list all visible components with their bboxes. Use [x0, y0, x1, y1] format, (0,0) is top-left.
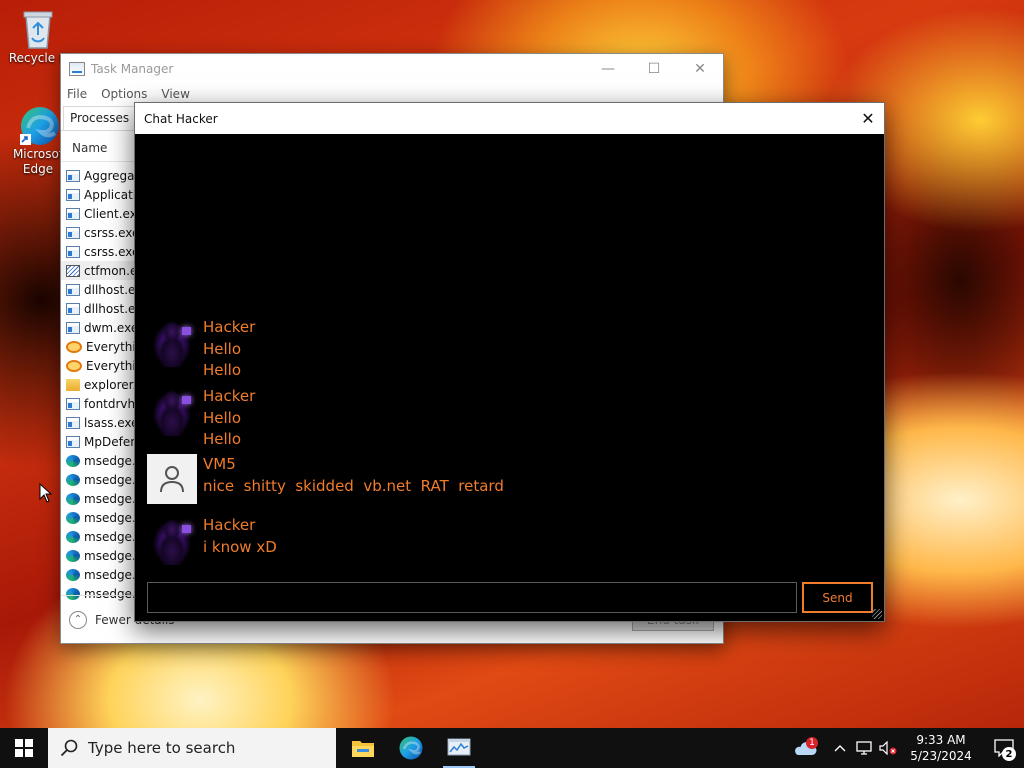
action-center-button[interactable]: 2: [984, 728, 1024, 768]
chat-title: Chat Hacker: [144, 111, 218, 126]
message-sender: Hacker: [203, 516, 256, 534]
weather-badge: 1: [806, 737, 818, 749]
clock-date: 5/23/2024: [910, 749, 972, 763]
edge-icon: [66, 568, 80, 581]
app-window-icon: [66, 245, 80, 258]
column-header-name-label: Name: [72, 140, 108, 155]
hacker-avatar: [147, 386, 197, 436]
app-window-icon: [66, 207, 80, 220]
hacker-avatar: [147, 317, 197, 367]
process-name: csrss.exe: [84, 225, 140, 240]
weather-icon[interactable]: 1: [788, 737, 822, 757]
hacker-avatar: [147, 515, 197, 565]
app-window-icon: [66, 321, 80, 334]
app-window-icon: [66, 302, 80, 315]
windows-logo-icon: [15, 739, 33, 757]
send-button[interactable]: Send: [802, 582, 873, 613]
chevron-up-icon[interactable]: ⌃: [69, 610, 87, 629]
chevron-up-icon[interactable]: [828, 744, 852, 752]
minimize-button[interactable]: —: [585, 54, 631, 83]
process-name: lsass.exe: [84, 415, 139, 430]
ctfmon-icon: [66, 264, 80, 277]
task-manager-icon: [447, 738, 471, 756]
folder-icon: [352, 741, 374, 757]
edge-icon: [399, 736, 423, 760]
volume-muted-icon[interactable]: [876, 741, 900, 755]
app-window-icon: [66, 188, 80, 201]
app-window-icon: [66, 416, 80, 429]
edge-icon: [66, 549, 80, 562]
edge-icon: [18, 104, 59, 145]
system-clock[interactable]: 9:33 AM 5/23/2024: [906, 732, 976, 764]
chat-close-button[interactable]: ✕: [852, 103, 884, 134]
system-tray: 1 9:33 AM 5/23/2024 2: [788, 728, 1024, 768]
taskbar-edge[interactable]: [387, 728, 435, 768]
edge-icon: [66, 492, 80, 505]
message-text: i know xD: [203, 537, 277, 556]
menu-view[interactable]: View: [161, 87, 189, 101]
recycle-bin-icon: [18, 8, 58, 49]
message-sender: Hacker: [203, 387, 256, 405]
edge-icon: [66, 454, 80, 467]
edge-icon: [66, 473, 80, 486]
chat-message: VM5 nice shitty skidded vb.net RAT retar…: [147, 454, 504, 504]
menu-options[interactable]: Options: [101, 87, 147, 101]
start-button[interactable]: [0, 728, 48, 768]
message-sender: Hacker: [203, 318, 256, 336]
user-avatar-icon: [147, 454, 197, 504]
mouse-cursor-icon: [39, 482, 53, 506]
maximize-button[interactable]: ☐: [631, 54, 677, 83]
message-sender: VM5: [203, 455, 236, 473]
message-text: Hello: [203, 408, 242, 427]
app-window-icon: [66, 283, 80, 296]
message-text: Hello: [203, 339, 242, 358]
task-manager-title: Task Manager: [91, 61, 174, 76]
everything-search-icon: [66, 340, 82, 353]
resize-grip-icon[interactable]: [872, 609, 882, 619]
menu-file[interactable]: File: [67, 87, 87, 101]
search-icon: [60, 739, 78, 757]
network-icon[interactable]: [852, 741, 876, 755]
app-window-icon: [66, 169, 80, 182]
taskbar-search-box[interactable]: Type here to search: [48, 728, 336, 768]
task-manager-icon: [69, 61, 85, 76]
message-text: Hello: [203, 430, 242, 448]
chat-titlebar[interactable]: Chat Hacker ✕: [135, 103, 884, 134]
taskbar: Type here to search 1 9:33 AM 5/23/2024 …: [0, 728, 1024, 768]
close-button[interactable]: ✕: [677, 54, 723, 83]
chat-message: Hacker Hello Hello: [147, 317, 255, 382]
clock-time: 9:33 AM: [916, 733, 966, 747]
chat-message-input[interactable]: [147, 582, 797, 613]
task-manager-titlebar[interactable]: Task Manager — ☐ ✕: [61, 54, 723, 83]
tab-processes[interactable]: Processes: [63, 106, 137, 130]
search-placeholder: Type here to search: [88, 739, 236, 757]
everything-search-icon: [66, 359, 82, 372]
process-name: csrss.exe: [84, 244, 140, 259]
message-text: nice shitty skidded vb.net RAT retard: [203, 476, 504, 495]
process-name: dwm.exe: [84, 320, 139, 335]
chat-hacker-window[interactable]: Chat Hacker ✕ Hacker Hello Hello Hacker …: [134, 102, 885, 622]
folder-icon: [66, 378, 80, 391]
chat-message: Hacker Hello Hello: [147, 386, 255, 451]
app-window-icon: [66, 397, 80, 410]
edge-icon: [66, 511, 80, 524]
chat-message: Hacker i know xD: [147, 515, 277, 565]
app-window-icon: [66, 226, 80, 239]
taskbar-task-manager[interactable]: [435, 728, 483, 768]
notification-badge: 2: [1002, 747, 1016, 761]
message-text: Hello: [203, 361, 242, 379]
edge-icon: [66, 530, 80, 543]
app-window-icon: [66, 435, 80, 448]
taskbar-file-explorer[interactable]: [339, 728, 387, 768]
